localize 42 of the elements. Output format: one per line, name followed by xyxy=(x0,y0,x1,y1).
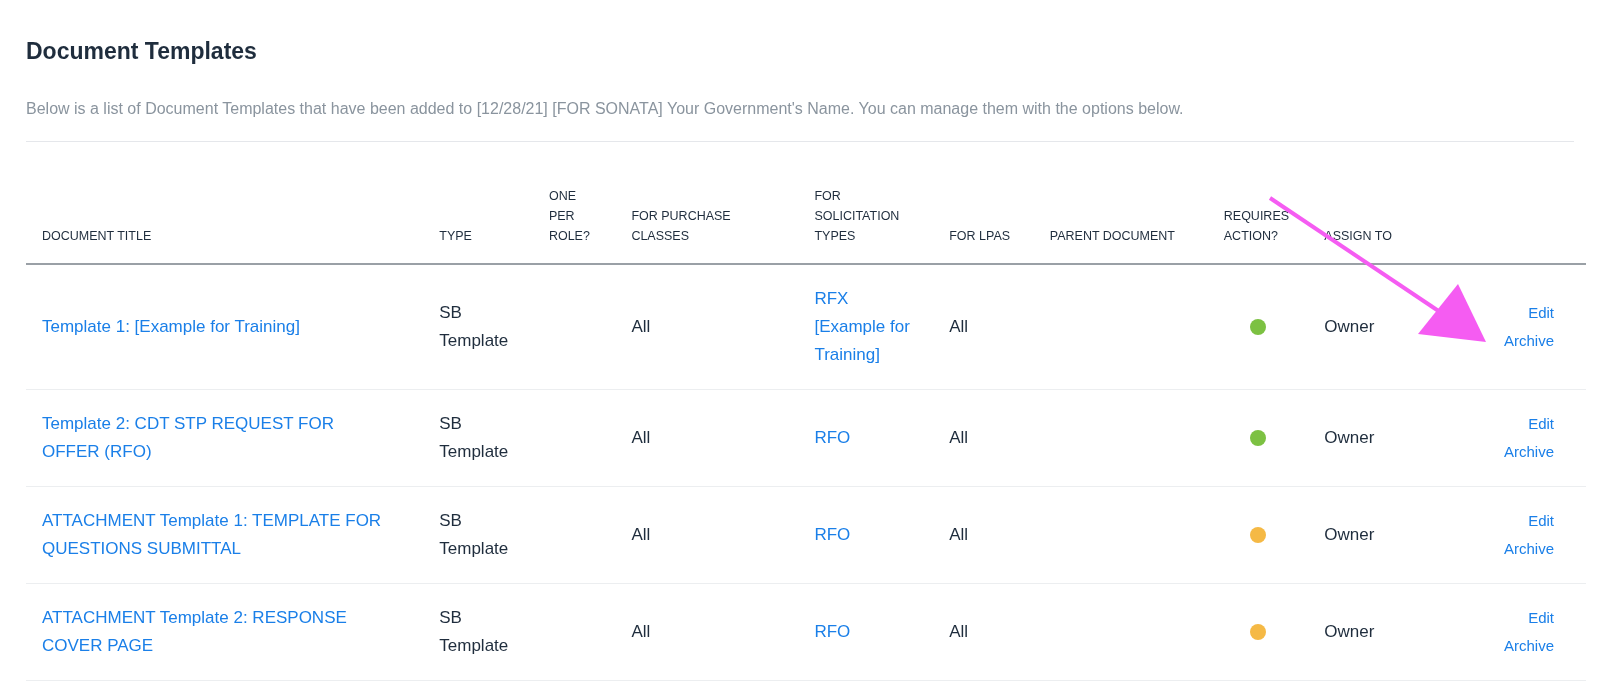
lpas-text: All xyxy=(949,524,969,544)
archive-link[interactable]: Archive xyxy=(1503,439,1554,464)
solicitation-type-link[interactable]: RFO xyxy=(814,423,851,452)
document-title-link[interactable]: ATTACHMENT Template 1: TEMPLATE FOR QUESTIONS SUBMITTAL xyxy=(42,506,387,563)
edit-link[interactable]: Edit xyxy=(1528,411,1554,436)
assign-to-text: Owner xyxy=(1324,427,1375,447)
purchase-classes-text: All xyxy=(631,316,651,336)
purchase-classes-text: All xyxy=(631,621,651,641)
column-header: FOR LPAS xyxy=(949,227,1011,245)
document-title-link[interactable]: Template 2: CDT STP REQUEST FOR OFFER (RFO) xyxy=(42,409,387,466)
column-header: FOR PURCHASE CLASSES xyxy=(631,207,732,245)
type-text: SB Template xyxy=(439,606,510,657)
column-header: FOR SOLICITATION TYPES xyxy=(814,187,901,245)
archive-link[interactable]: Archive xyxy=(1503,328,1554,353)
column-header: TYPE xyxy=(439,227,472,245)
assign-to-text: Owner xyxy=(1324,621,1375,641)
edit-link[interactable]: Edit xyxy=(1528,605,1554,630)
archive-link[interactable]: Archive xyxy=(1503,633,1554,658)
solicitation-type-link[interactable]: RFO xyxy=(814,520,851,549)
type-text: SB Template xyxy=(439,301,510,352)
archive-link[interactable]: Archive xyxy=(1503,536,1554,561)
document-title-link[interactable]: Template 1: [Example for Training] xyxy=(42,312,300,341)
lpas-text: All xyxy=(949,427,969,447)
column-header: DOCUMENT TITLE xyxy=(42,227,152,245)
page-title: Document Templates xyxy=(26,37,257,66)
edit-link[interactable]: Edit xyxy=(1528,300,1554,325)
lpas-text: All xyxy=(949,621,969,641)
page-description: Below is a list of Document Templates that have been added to [12/28/21] [FOR SONATA] Your Government's Name. You can manage them with the options below. xyxy=(26,98,1184,119)
solicitation-type-link[interactable]: RFO xyxy=(814,617,851,646)
purchase-classes-text: All xyxy=(631,427,651,447)
assign-to-text: Owner xyxy=(1324,524,1375,544)
edit-link[interactable]: Edit xyxy=(1528,508,1554,533)
type-text: SB Template xyxy=(439,412,510,463)
purchase-classes-text: All xyxy=(631,524,651,544)
assign-to-text: Owner xyxy=(1324,316,1375,336)
lpas-text: All xyxy=(949,316,969,336)
type-text: SB Template xyxy=(439,509,510,560)
column-header: ONE PER ROLE? xyxy=(548,187,591,245)
solicitation-type-link[interactable]: RFX [Example for Training] xyxy=(814,284,918,369)
column-header: REQUIRES ACTION? xyxy=(1223,207,1291,245)
document-title-link[interactable]: ATTACHMENT Template 2: RESPONSE COVER PAGE xyxy=(42,603,387,660)
column-header: PARENT DOCUMENT xyxy=(1049,227,1175,245)
